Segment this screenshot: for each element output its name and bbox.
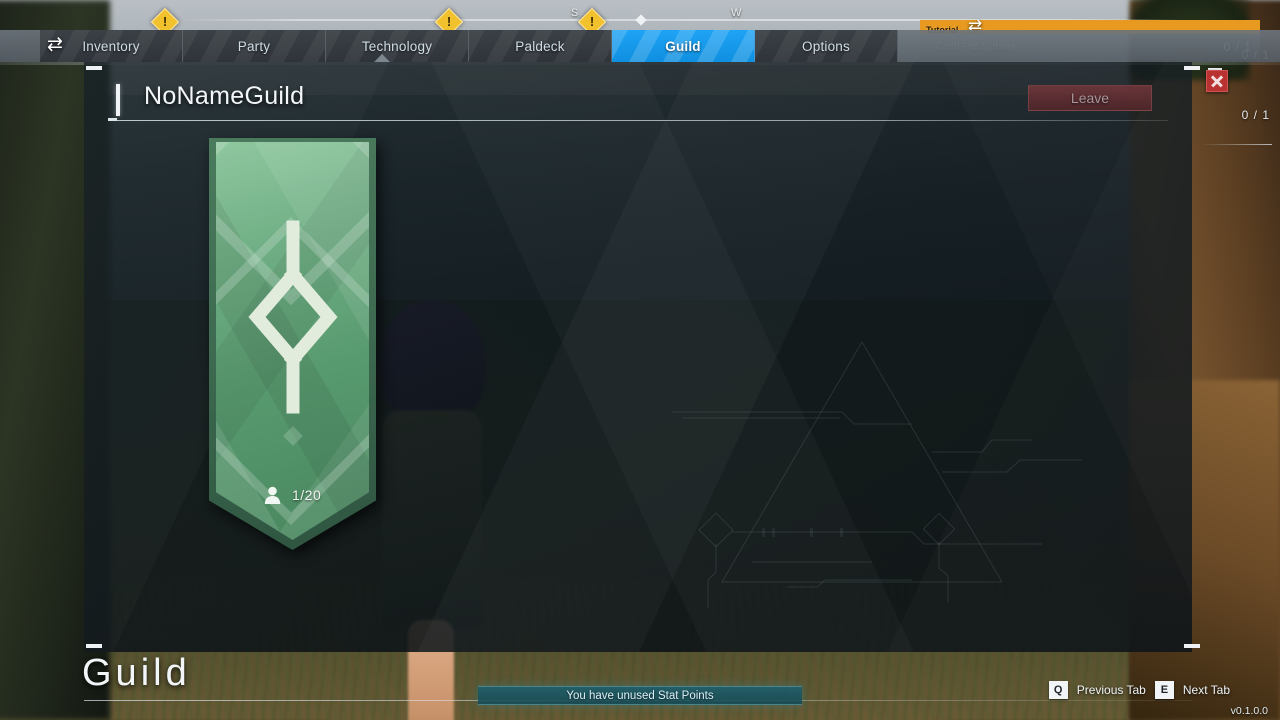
tab-party[interactable]: Party [183,30,326,62]
member-count-label: 1/20 [292,487,322,503]
key-e: E [1154,681,1174,699]
panel-corner-dash-top-right [1184,66,1200,70]
compass-center-dot [635,14,647,26]
tab-label: Options [802,38,850,54]
swap-arrows-icon[interactable]: ⇄ [47,33,63,56]
tab-list: Inventory Party Technology Paldeck Guild… [40,30,898,62]
tab-navigation-hints: Q Previous Tab E Next Tab [1048,681,1230,699]
page-title: Guild [82,652,191,695]
tab-label: Guild [665,38,701,54]
stat-points-label: You have unused Stat Points [566,689,714,702]
hud-rule [1200,144,1272,145]
key-q: Q [1048,681,1068,699]
tab-label: Paldeck [515,38,565,54]
leave-guild-button[interactable]: Leave [1028,85,1152,111]
version-label: v0.1.0.0 [1230,705,1268,717]
tab-guild[interactable]: Guild [612,30,755,62]
panel-corner-dash-top-left [86,66,102,70]
guild-title-bar: NoNameGuild Leave [108,82,1168,122]
title-accent-bar [116,84,120,116]
tab-technology[interactable]: Technology [326,30,469,62]
tab-label: Technology [361,38,433,54]
stat-points-notification[interactable]: You have unused Stat Points [478,686,802,705]
leave-button-label: Leave [1070,90,1110,106]
page-title-label: Guild [82,652,191,694]
tab-label: Party [237,38,271,54]
panel-corner-dash-bottom-right [1184,644,1200,648]
title-divider-tick [108,118,117,121]
main-tab-bar: Inventory Party Technology Paldeck Guild… [0,30,1280,79]
compass-direction-w: W [731,7,742,19]
banner-diamond-accent-icon [283,426,303,446]
panel-circuit-decoration [672,341,1082,608]
banner-face: 1/20 [216,142,369,540]
hud-counter-bottom: 0 / 1 [1241,108,1270,122]
guild-rune-emblem-icon [248,220,338,414]
person-icon [264,486,281,504]
previous-tab-label[interactable]: Previous Tab [1077,683,1146,697]
title-divider [116,120,1168,121]
guild-banner[interactable]: 1/20 [209,138,380,556]
tab-options[interactable]: Options [755,30,898,62]
close-x-icon[interactable] [1206,70,1228,92]
compass-direction-s: S [571,7,579,19]
tab-paldeck[interactable]: Paldeck [469,30,612,62]
panel-corner-dash-bottom-left [86,644,102,648]
banner-member-count: 1/20 [264,486,321,504]
next-tab-label[interactable]: Next Tab [1183,683,1230,697]
guild-name: NoNameGuild [144,82,305,110]
tab-label: Inventory [82,38,140,54]
